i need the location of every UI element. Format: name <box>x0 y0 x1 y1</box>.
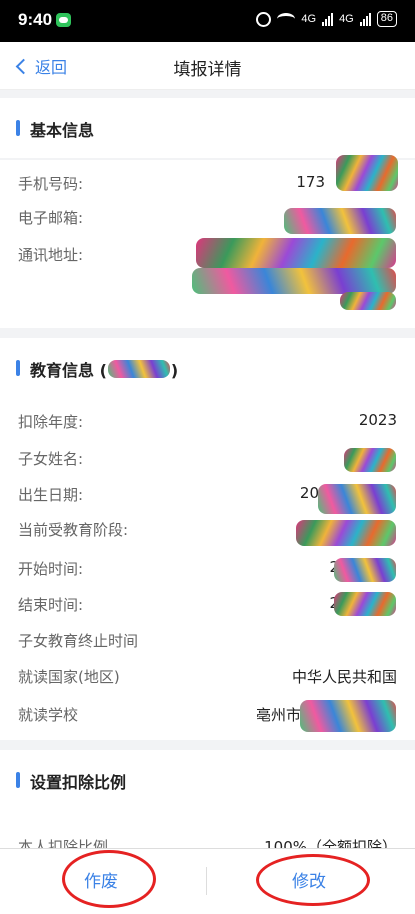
row-value: 173 <box>296 173 325 191</box>
section-education-info: 教育信息 () <box>0 338 415 398</box>
wechat-icon <box>56 13 71 27</box>
section-deduction-ratio: 设置扣除比例 <box>0 750 415 810</box>
signal-icon-1 <box>322 12 334 26</box>
status-icons: 4G 4G 86 <box>256 11 397 27</box>
row-label: 就读国家(地区) <box>18 668 120 686</box>
status-bar: 9:40 4G 4G 86 <box>0 0 415 42</box>
page-title: 填报详情 <box>173 60 242 80</box>
wifi-icon <box>277 13 296 25</box>
redacted-address <box>340 292 396 310</box>
redacted-phone <box>336 155 398 191</box>
redacted-education-stage <box>296 520 396 546</box>
signal-icon-2 <box>359 12 371 26</box>
row-label: 结束时间: <box>18 596 84 614</box>
info-row: 子女姓名: <box>18 448 397 470</box>
highlight-circle <box>256 854 370 906</box>
redacted-start-time <box>334 558 396 582</box>
info-row: 就读国家(地区) 中华人民共和国 <box>18 666 397 688</box>
redacted-end-time <box>334 592 396 616</box>
row-label: 出生日期: <box>18 486 84 504</box>
signal-label-2: 4G <box>339 13 354 25</box>
row-label: 子女姓名: <box>18 450 84 468</box>
section-accent-bar <box>16 120 20 136</box>
redacted-child-name <box>344 448 396 472</box>
info-row: 扣除年度: 2023 <box>18 411 397 433</box>
row-label: 电子邮箱: <box>18 209 84 227</box>
signal-label-1: 4G <box>301 13 317 25</box>
row-value: 中华人民共和国 <box>291 668 397 686</box>
redacted-address <box>196 238 396 268</box>
row-label: 手机号码: <box>18 175 84 193</box>
row-label: 就读学校 <box>18 706 79 724</box>
nav-bar: 返回 填报详情 <box>0 42 415 90</box>
row-label: 通讯地址: <box>18 246 84 264</box>
row-label: 当前受教育阶段: <box>18 521 129 539</box>
row-label: 扣除年度: <box>18 413 84 431</box>
row-value: 2023 <box>358 411 397 429</box>
redacted-email <box>284 208 396 234</box>
battery-icon: 86 <box>376 11 397 27</box>
alarm-icon <box>256 11 272 27</box>
highlight-circle <box>62 850 156 908</box>
footer-divider <box>206 867 207 895</box>
deduction-ratio-card: 本人扣除比例 100%（全额扣除） <box>0 810 415 856</box>
row-label: 子女教育终止时间 <box>18 632 139 650</box>
row-value: 20 <box>299 484 319 502</box>
row-value: 亳州市 <box>255 706 301 724</box>
redacted-child-name <box>108 360 170 378</box>
section-accent-bar <box>16 360 20 376</box>
redacted-birth-date <box>318 484 396 514</box>
redacted-address <box>192 268 396 294</box>
section-title: 基本信息 <box>30 121 95 140</box>
redacted-school <box>300 700 396 732</box>
section-basic-info: 基本信息 <box>0 98 415 158</box>
info-row: 子女教育终止时间 <box>18 630 397 652</box>
row-label: 开始时间: <box>18 560 84 578</box>
status-time: 9:40 <box>18 10 53 29</box>
section-accent-bar <box>16 772 20 788</box>
section-title: 设置扣除比例 <box>30 773 127 792</box>
